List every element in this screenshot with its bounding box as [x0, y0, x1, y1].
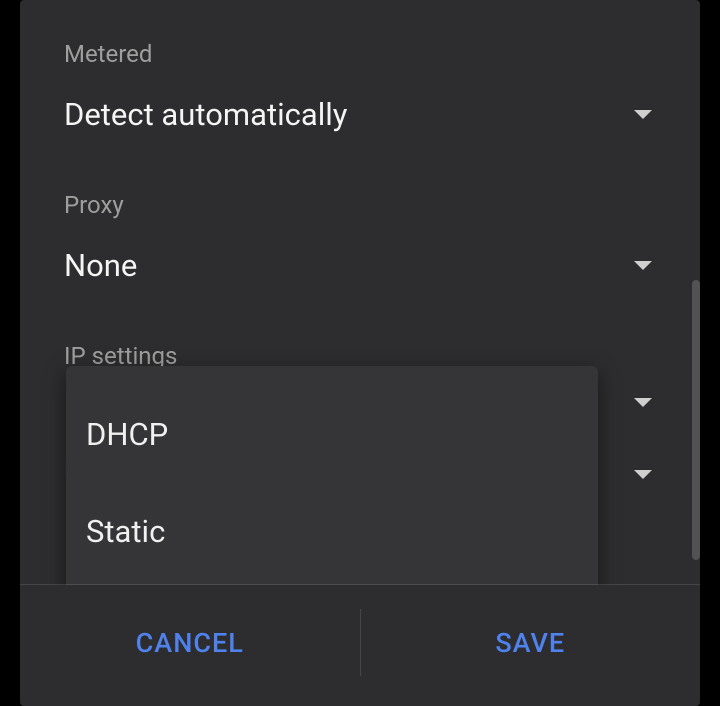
metered-label: Metered [64, 40, 656, 68]
chevron-down-icon [634, 261, 652, 270]
network-settings-dialog: Metered Detect automatically Proxy None … [20, 0, 700, 706]
ip-settings-popup: DHCP Static [66, 366, 598, 585]
proxy-value: None [64, 247, 137, 284]
chevron-down-icon [634, 470, 652, 479]
chevron-down-icon [634, 110, 652, 119]
cancel-button[interactable]: CANCEL [20, 585, 360, 700]
ip-option-static[interactable]: Static [66, 493, 598, 570]
save-button[interactable]: SAVE [361, 585, 701, 700]
chevron-down-icon [634, 398, 652, 407]
dialog-button-bar: CANCEL SAVE [20, 584, 700, 700]
metered-value: Detect automatically [64, 96, 347, 133]
proxy-label: Proxy [64, 191, 656, 219]
scrollbar[interactable] [692, 280, 700, 560]
ip-option-dhcp[interactable]: DHCP [66, 396, 598, 473]
metered-section: Metered Detect automatically [20, 0, 700, 133]
proxy-dropdown[interactable]: None [64, 247, 656, 284]
proxy-section: Proxy None [20, 183, 700, 284]
metered-dropdown[interactable]: Detect automatically [64, 96, 656, 133]
dialog-content: Metered Detect automatically Proxy None … [20, 0, 700, 585]
